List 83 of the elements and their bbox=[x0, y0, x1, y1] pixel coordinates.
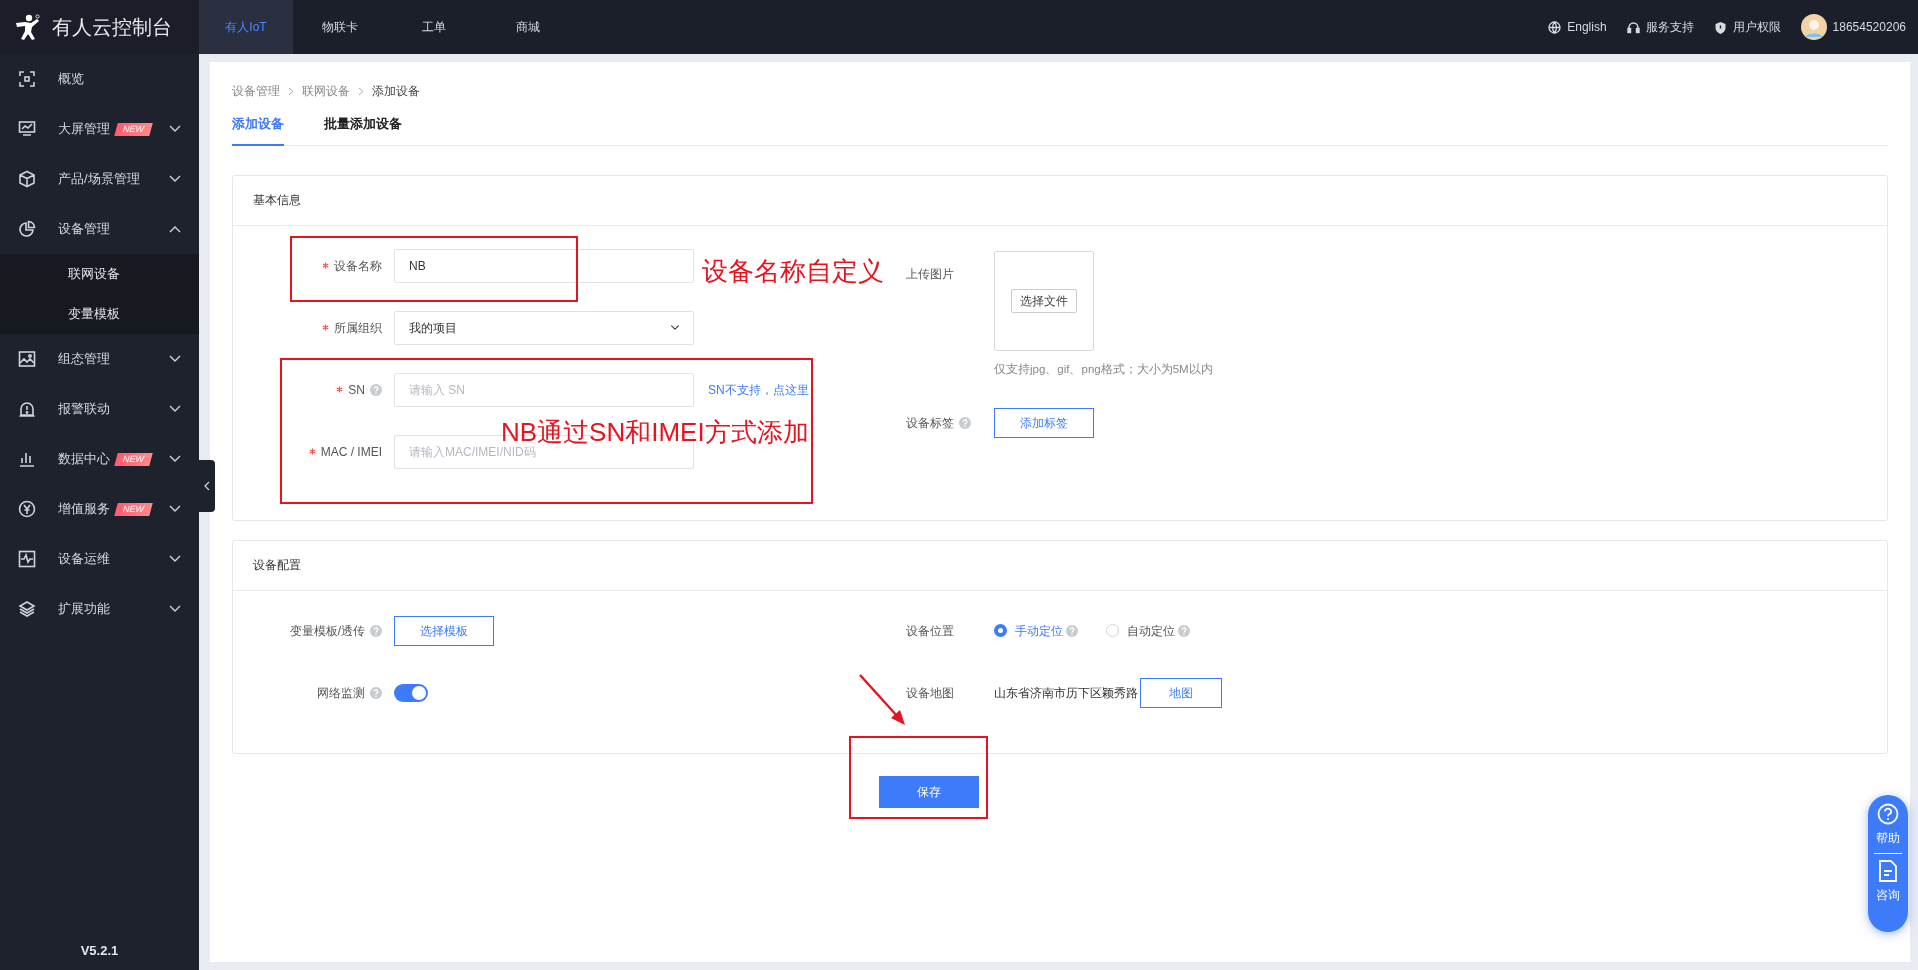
sidebar-item[interactable]: 扩展功能 bbox=[0, 584, 199, 634]
sidebar-item[interactable]: 报警联动 bbox=[0, 384, 199, 434]
section-title: 设备配置 bbox=[233, 540, 1887, 591]
sidebar-item[interactable]: 概览 bbox=[0, 54, 199, 104]
question-icon bbox=[1877, 803, 1899, 825]
bar-chart-icon bbox=[18, 450, 36, 468]
field-label: 上传图片 bbox=[906, 265, 954, 283]
chevron-left-icon bbox=[204, 481, 210, 491]
sidebar-item[interactable]: 组态管理 bbox=[0, 334, 199, 384]
tab[interactable]: 添加设备 bbox=[232, 114, 284, 146]
user-phone[interactable]: 18654520206 bbox=[1832, 18, 1906, 36]
new-badge: NEW bbox=[114, 502, 153, 516]
version-label: V5.2.1 bbox=[79, 941, 120, 960]
avatar-icon bbox=[1800, 14, 1827, 40]
breadcrumb-item[interactable]: 设备管理 bbox=[232, 82, 280, 100]
image-icon bbox=[18, 350, 36, 368]
logo-icon bbox=[14, 14, 40, 40]
input-field[interactable]: 请输入 SN bbox=[394, 372, 694, 407]
frame-icon bbox=[18, 70, 36, 88]
upload-area[interactable]: 选择文件 bbox=[994, 250, 1094, 351]
sidebar-item[interactable]: 设备运维 bbox=[0, 534, 199, 584]
layers-icon bbox=[18, 600, 36, 618]
breadcrumb-item[interactable]: 联网设备 bbox=[302, 82, 350, 100]
monitor-icon bbox=[18, 120, 36, 138]
toggle-switch[interactable] bbox=[394, 683, 428, 702]
help-link[interactable]: SN不支持，点这里 bbox=[708, 380, 809, 399]
headset-icon bbox=[1626, 20, 1640, 34]
radio-label[interactable]: 自动定位 bbox=[1127, 621, 1175, 640]
section-title: 基本信息 bbox=[233, 175, 1887, 226]
outline-button[interactable]: 添加标签 bbox=[994, 407, 1094, 438]
choose-file-button[interactable]: 选择文件 bbox=[1011, 288, 1077, 313]
annotation-arrow bbox=[859, 674, 905, 725]
save-button[interactable]: 保存 bbox=[879, 775, 979, 808]
field-label: 变量模板/透传 bbox=[289, 622, 365, 640]
sidebar-item[interactable]: 设备管理 bbox=[0, 204, 199, 254]
upload-hint: 仅支持jpg、gif、png格式；大小为5M以内 bbox=[994, 361, 1213, 377]
nav-tab[interactable]: 工单 bbox=[387, 0, 481, 54]
radio-label[interactable]: 手动定位 bbox=[1015, 621, 1063, 640]
nav-link[interactable]: 服务支持 bbox=[1626, 18, 1694, 36]
annotation-text: 设备名称自定义 bbox=[702, 258, 884, 284]
tab[interactable]: 批量添加设备 bbox=[324, 114, 402, 146]
collapse-handle[interactable] bbox=[199, 460, 215, 512]
field-label: SN bbox=[348, 381, 365, 399]
new-badge: NEW bbox=[114, 452, 153, 466]
logo-text: 有人云控制台 bbox=[52, 15, 172, 40]
alarm-icon bbox=[18, 400, 36, 418]
field-label: 设备标签 bbox=[906, 414, 954, 432]
sidebar-item[interactable]: 增值服务 NEW bbox=[0, 484, 199, 534]
input-field[interactable]: NB bbox=[394, 248, 694, 283]
help-widget-item[interactable]: 咨询 bbox=[1876, 860, 1900, 904]
pie-chart-icon bbox=[18, 220, 36, 238]
chevron-right-icon bbox=[288, 86, 294, 96]
field-label: 所属组织 bbox=[334, 319, 382, 337]
yen-coin-icon bbox=[18, 500, 36, 518]
new-badge: NEW bbox=[114, 122, 153, 136]
field-label: 设备地图 bbox=[906, 684, 954, 702]
select-field[interactable]: 我的项目 bbox=[394, 310, 694, 345]
sidebar-item[interactable]: 大屏管理 NEW bbox=[0, 104, 199, 154]
pulse-icon bbox=[18, 550, 36, 568]
field-label: 设备名称 bbox=[334, 257, 382, 275]
help-widget-item[interactable]: 帮助 bbox=[1876, 803, 1900, 847]
nav-tab[interactable]: 有人IoT bbox=[199, 0, 293, 54]
chevron-right-icon bbox=[358, 86, 364, 96]
sidebar-item[interactable]: 产品/场景管理 bbox=[0, 154, 199, 204]
globe-icon bbox=[1548, 20, 1562, 34]
sidebar-subitem[interactable]: 联网设备 bbox=[0, 254, 199, 294]
nav-link[interactable]: English bbox=[1548, 18, 1607, 36]
shield-icon bbox=[1713, 20, 1727, 34]
breadcrumb-item: 添加设备 bbox=[372, 83, 420, 100]
nav-tab[interactable]: 物联卡 bbox=[293, 0, 387, 54]
map-button[interactable]: 地图 bbox=[1140, 677, 1222, 708]
field-label: MAC / IMEI bbox=[320, 443, 382, 461]
document-icon bbox=[1878, 860, 1898, 882]
field-label: 设备位置 bbox=[906, 622, 954, 640]
nav-link[interactable]: 用户权限 bbox=[1713, 18, 1781, 36]
outline-button[interactable]: 选择模板 bbox=[394, 615, 494, 646]
sidebar-item[interactable]: 数据中心 NEW bbox=[0, 434, 199, 484]
nav-tab[interactable]: 商城 bbox=[481, 0, 575, 54]
address-text: 山东省济南市历下区颖秀路 bbox=[994, 684, 1138, 702]
sidebar-subitem[interactable]: 变量模板 bbox=[0, 294, 199, 334]
radio-button[interactable] bbox=[994, 624, 1007, 637]
field-label: 网络监测 bbox=[317, 684, 365, 702]
cube-icon bbox=[18, 170, 36, 188]
